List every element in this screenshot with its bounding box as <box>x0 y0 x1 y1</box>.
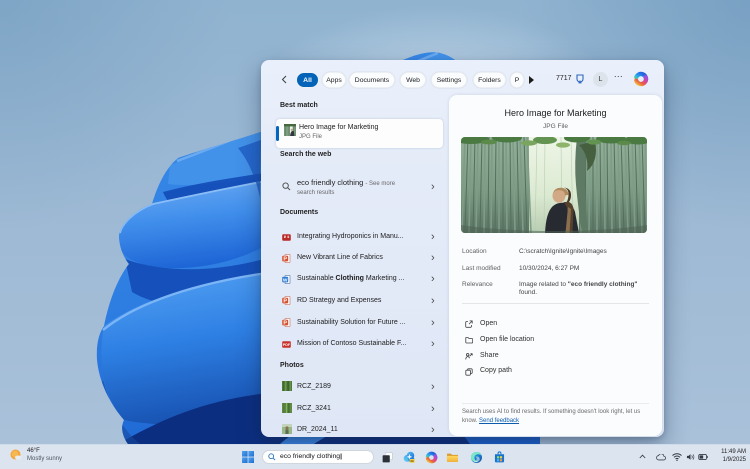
svg-text:P: P <box>283 256 287 262</box>
svg-text:PDF: PDF <box>283 343 291 347</box>
svg-text:W: W <box>283 277 288 283</box>
svg-text:P: P <box>283 320 287 326</box>
svg-text:P: P <box>283 298 287 304</box>
